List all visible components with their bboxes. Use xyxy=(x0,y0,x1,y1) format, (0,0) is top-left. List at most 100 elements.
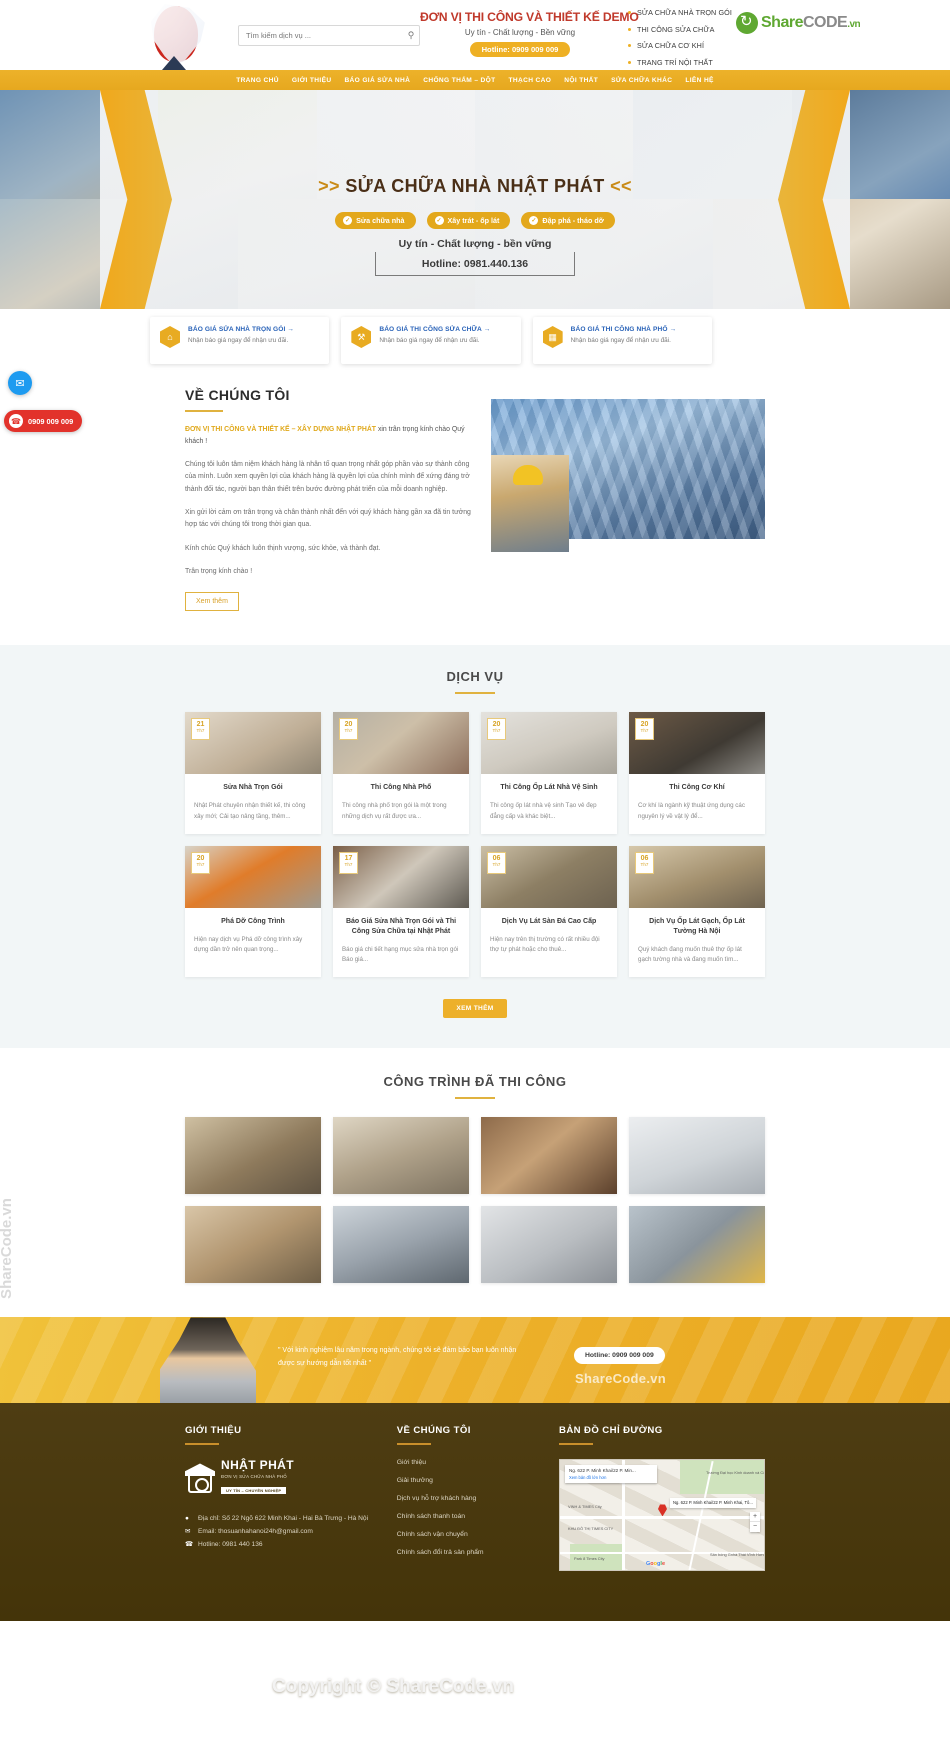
footer-link-chinh-sach-van-chuyen[interactable]: Chính sách vận chuyển xyxy=(397,1531,541,1538)
header-service-item[interactable]: THI CÔNG SỬA CHỮA xyxy=(628,25,732,34)
project-thumbnail[interactable] xyxy=(185,1206,321,1284)
service-card[interactable]: 21 Th7 Sửa Nhà Trọn Gói Nhật Phát chuyên… xyxy=(185,712,321,834)
search-box[interactable]: ⚲ xyxy=(238,25,420,46)
nav-item-sua-chua-khac[interactable]: SỬA CHỮA KHÁC xyxy=(611,77,672,84)
hero-pill-sua-chua-nha[interactable]: ✓ Sửa chữa nhà xyxy=(335,212,416,229)
service-card[interactable]: 20 Th7 Thi Công Cơ Khí Cơ khí là ngành k… xyxy=(629,712,765,834)
nav-item-bao-gia-sua-nha[interactable]: BÁO GIÁ SỬA NHÀ xyxy=(344,77,410,84)
hero-pill-xay-trat-op-lat[interactable]: ✓ Xây trát - ốp lát xyxy=(426,212,511,229)
cta-banner: " Với kinh nghiệm lâu năm trong ngành, c… xyxy=(0,1317,950,1404)
service-card-title[interactable]: Sửa Nhà Trọn Gói xyxy=(194,783,312,793)
service-card[interactable]: 06 Th7 Dịch Vụ Ốp Lát Gạch, Ốp Lát Tường… xyxy=(629,845,765,978)
footer-column-ban-do: BẢN ĐỒ CHỈ ĐƯỜNG Ng. 622 P. Minh Khai/22… xyxy=(559,1425,765,1572)
messenger-float-button[interactable]: ✉ xyxy=(8,371,32,395)
quote-card-desc: Nhận báo giá ngay để nhận ưu đãi. xyxy=(570,337,671,344)
footer-heading-underline xyxy=(396,1443,431,1446)
service-card-title[interactable]: Thi Công Cơ Khí xyxy=(638,783,756,793)
footer-link-chinh-sach-thanh-toan[interactable]: Chính sách thanh toán xyxy=(397,1513,541,1520)
header-service-item[interactable]: SỬA CHỮA CƠ KHÍ xyxy=(628,41,732,50)
project-thumbnail[interactable] xyxy=(481,1206,617,1284)
service-card[interactable]: 20 Th7 Thi Công Ốp Lát Nhà Vệ Sinh Thi c… xyxy=(481,712,617,834)
footer-link-gioi-thieu[interactable]: Giới thiệu xyxy=(397,1459,541,1466)
nav-item-noi-that[interactable]: NỘI THẤT xyxy=(564,77,598,84)
cta-hotline-button[interactable]: Hotline: 0909 009 009 xyxy=(574,1347,665,1365)
service-date-badge: 17 Th7 xyxy=(339,851,358,874)
check-icon: ✓ xyxy=(434,216,444,225)
service-card-title[interactable]: Phá Dỡ Công Trình xyxy=(194,917,312,927)
service-card-title[interactable]: Dịch Vụ Ốp Lát Gạch, Ốp Lát Tường Hà Nội xyxy=(638,917,756,937)
hero-pill-label: Sửa chữa nhà xyxy=(356,216,405,225)
map-view-larger-link[interactable]: Xem bản đồ lớn hơn xyxy=(569,1475,653,1480)
service-card[interactable]: 20 Th7 Phá Dỡ Công Trình Hiện nay dịch v… xyxy=(185,845,321,978)
map-zoom-controls[interactable]: + − xyxy=(750,1512,760,1533)
sharecode-watermark-logo: ShareCODE.vn xyxy=(736,12,861,34)
quote-card-sua-nha-tron-goi[interactable]: ⌂ BÁO GIÁ SỬA NHÀ TRỌN GÓI → Nhận báo gi… xyxy=(150,317,330,364)
project-thumbnail[interactable] xyxy=(333,1206,469,1284)
hero-pill-label: Đập phá - tháo dỡ xyxy=(542,216,604,225)
footer-email[interactable]: ✉ Email: thosuanhahanoi24h@gmail.com xyxy=(185,1526,379,1539)
sharecode-vn-text: .vn xyxy=(847,19,861,30)
service-card[interactable]: 06 Th7 Dịch Vụ Lát Sàn Đá Cao Cấp Hiện n… xyxy=(481,845,617,978)
footer-link-dich-vu-ho-tro[interactable]: Dịch vụ hỗ trợ khách hàng xyxy=(397,1495,541,1502)
nav-item-trang-chu[interactable]: TRANG CHỦ xyxy=(236,77,279,84)
service-card-title[interactable]: Thi Công Nhà Phố xyxy=(342,783,460,793)
service-thumbnail: 20 Th7 xyxy=(333,712,469,775)
service-card-title[interactable]: Thi Công Ốp Lát Nhà Vệ Sinh xyxy=(490,783,608,793)
services-section: DỊCH VỤ 21 Th7 Sửa Nhà Trọn Gói Nhật Phá… xyxy=(0,645,950,1049)
cta-watermark: ShareCode.vn xyxy=(575,1371,667,1387)
service-card-desc: Hiện nay dịch vụ Phá dỡ công trình xây d… xyxy=(194,935,303,954)
google-map-embed[interactable]: Ng. 622 P. Minh Khai/22 P. Min... Xem bả… xyxy=(559,1459,765,1572)
project-thumbnail[interactable] xyxy=(629,1206,765,1284)
search-icon[interactable]: ⚲ xyxy=(403,30,419,41)
site-logo[interactable] xyxy=(140,2,215,70)
nav-item-gioi-thieu[interactable]: GIỚI THIỆU xyxy=(292,77,332,84)
project-thumbnail[interactable] xyxy=(185,1117,321,1195)
service-date-day: 20 xyxy=(640,721,649,729)
quote-card-title: BÁO GIÁ THI CÔNG SỬA CHỮA → xyxy=(379,326,491,333)
project-thumbnail[interactable] xyxy=(629,1117,765,1195)
footer-link-chinh-sach-doi-tra[interactable]: Chính sách đổi trả sản phẩm xyxy=(397,1549,541,1556)
nav-item-thach-cao[interactable]: THẠCH CAO xyxy=(509,77,552,84)
header-service-item[interactable]: TRANG TRÍ NỘI THẤT xyxy=(628,58,732,67)
header-hotline-button[interactable]: Hotline: 0909 009 009 xyxy=(469,42,571,57)
support-agent-image xyxy=(160,1317,256,1404)
service-date-day: 17 xyxy=(344,854,353,862)
service-date-day: 06 xyxy=(492,854,501,862)
footer-hotline[interactable]: ☎ Hotline: 0981 440 136 xyxy=(185,1539,379,1552)
about-read-more-button[interactable]: Xem thêm xyxy=(185,592,239,612)
quote-card-row: ⌂ BÁO GIÁ SỬA NHÀ TRỌN GÓI → Nhận báo gi… xyxy=(150,317,712,364)
map-zoom-in-button[interactable]: + xyxy=(750,1512,760,1523)
quote-card-thi-cong-nha-pho[interactable]: ▦ BÁO GIÁ THI CÔNG NHÀ PHỐ → Nhận báo gi… xyxy=(532,317,712,364)
service-card-title[interactable]: Dịch Vụ Lát Sàn Đá Cao Cấp xyxy=(490,917,608,927)
nav-item-lien-he[interactable]: LIÊN HỆ xyxy=(685,77,713,84)
project-thumbnail[interactable] xyxy=(333,1117,469,1195)
map-place-label: Trường Đại học Kinh doanh và Công nghệ xyxy=(706,1470,765,1476)
service-card[interactable]: 20 Th7 Thi Công Nhà Phố Thi công nhà phố… xyxy=(333,712,469,834)
map-zoom-out-button[interactable]: − xyxy=(750,1522,760,1532)
footer-link-giai-thuong[interactable]: Giải thưởng xyxy=(397,1477,541,1484)
page-root: ⚲ ĐƠN VỊ THI CÔNG VÀ THIẾT KẾ DEMO Uy tí… xyxy=(0,0,950,1697)
header-service-list: SỬA CHỮA NHÀ TRỌN GÓI THI CÔNG SỬA CHỮA … xyxy=(628,8,732,74)
service-date-badge: 06 Th7 xyxy=(487,851,506,874)
footer-logo[interactable]: NHẬT PHÁT ĐƠN VỊ SỬA CHỮA NHÀ PHỐ UY TÍN… xyxy=(185,1459,379,1497)
hero-hotline-box: Hotline: 0981.440.136 xyxy=(375,252,575,276)
service-card-desc: Nhật Phát chuyên nhận thiết kế, thi công… xyxy=(194,802,306,820)
cta-quote-text: " Với kinh nghiệm lâu năm trong ngành, c… xyxy=(278,1347,517,1368)
search-input[interactable] xyxy=(239,31,403,40)
services-view-more-button[interactable]: XEM THÊM xyxy=(443,999,507,1019)
footer-logo-badge: UY TÍN – CHUYÊN NGHIỆP xyxy=(221,1487,287,1495)
phone-float-button[interactable]: ☎ 0909 009 009 xyxy=(4,410,83,432)
hero-pill-dap-pha-thao-do[interactable]: ✓ Đập phá - tháo dỡ xyxy=(521,212,615,229)
map-search-card[interactable]: Ng. 622 P. Minh Khai/22 P. Min... Xem bả… xyxy=(565,1465,657,1484)
header-service-item[interactable]: SỬA CHỮA NHÀ TRỌN GÓI xyxy=(628,8,732,17)
project-thumbnail[interactable] xyxy=(481,1117,617,1195)
hero-pill-label: Xây trát - ốp lát xyxy=(447,216,500,225)
service-card[interactable]: 17 Th7 Báo Giá Sửa Nhà Trọn Gói và Thi C… xyxy=(333,845,469,978)
service-card-title[interactable]: Báo Giá Sửa Nhà Trọn Gói và Thi Công Sửa… xyxy=(342,917,460,937)
quote-card-title: BÁO GIÁ SỬA NHÀ TRỌN GÓI → xyxy=(188,326,295,333)
about-heading: VỀ CHÚNG TÔI xyxy=(185,387,290,403)
quote-card-thi-cong-sua-chua[interactable]: ⚒ BÁO GIÁ THI CÔNG SỬA CHỮA → Nhận báo g… xyxy=(341,317,521,364)
quote-card-desc: Nhận báo giá ngay để nhận ưu đãi. xyxy=(188,337,289,344)
hero-arrows-right-icon: << xyxy=(610,176,632,196)
nav-item-chong-tham-dot[interactable]: CHỐNG THẤM – DỘT xyxy=(423,77,495,84)
